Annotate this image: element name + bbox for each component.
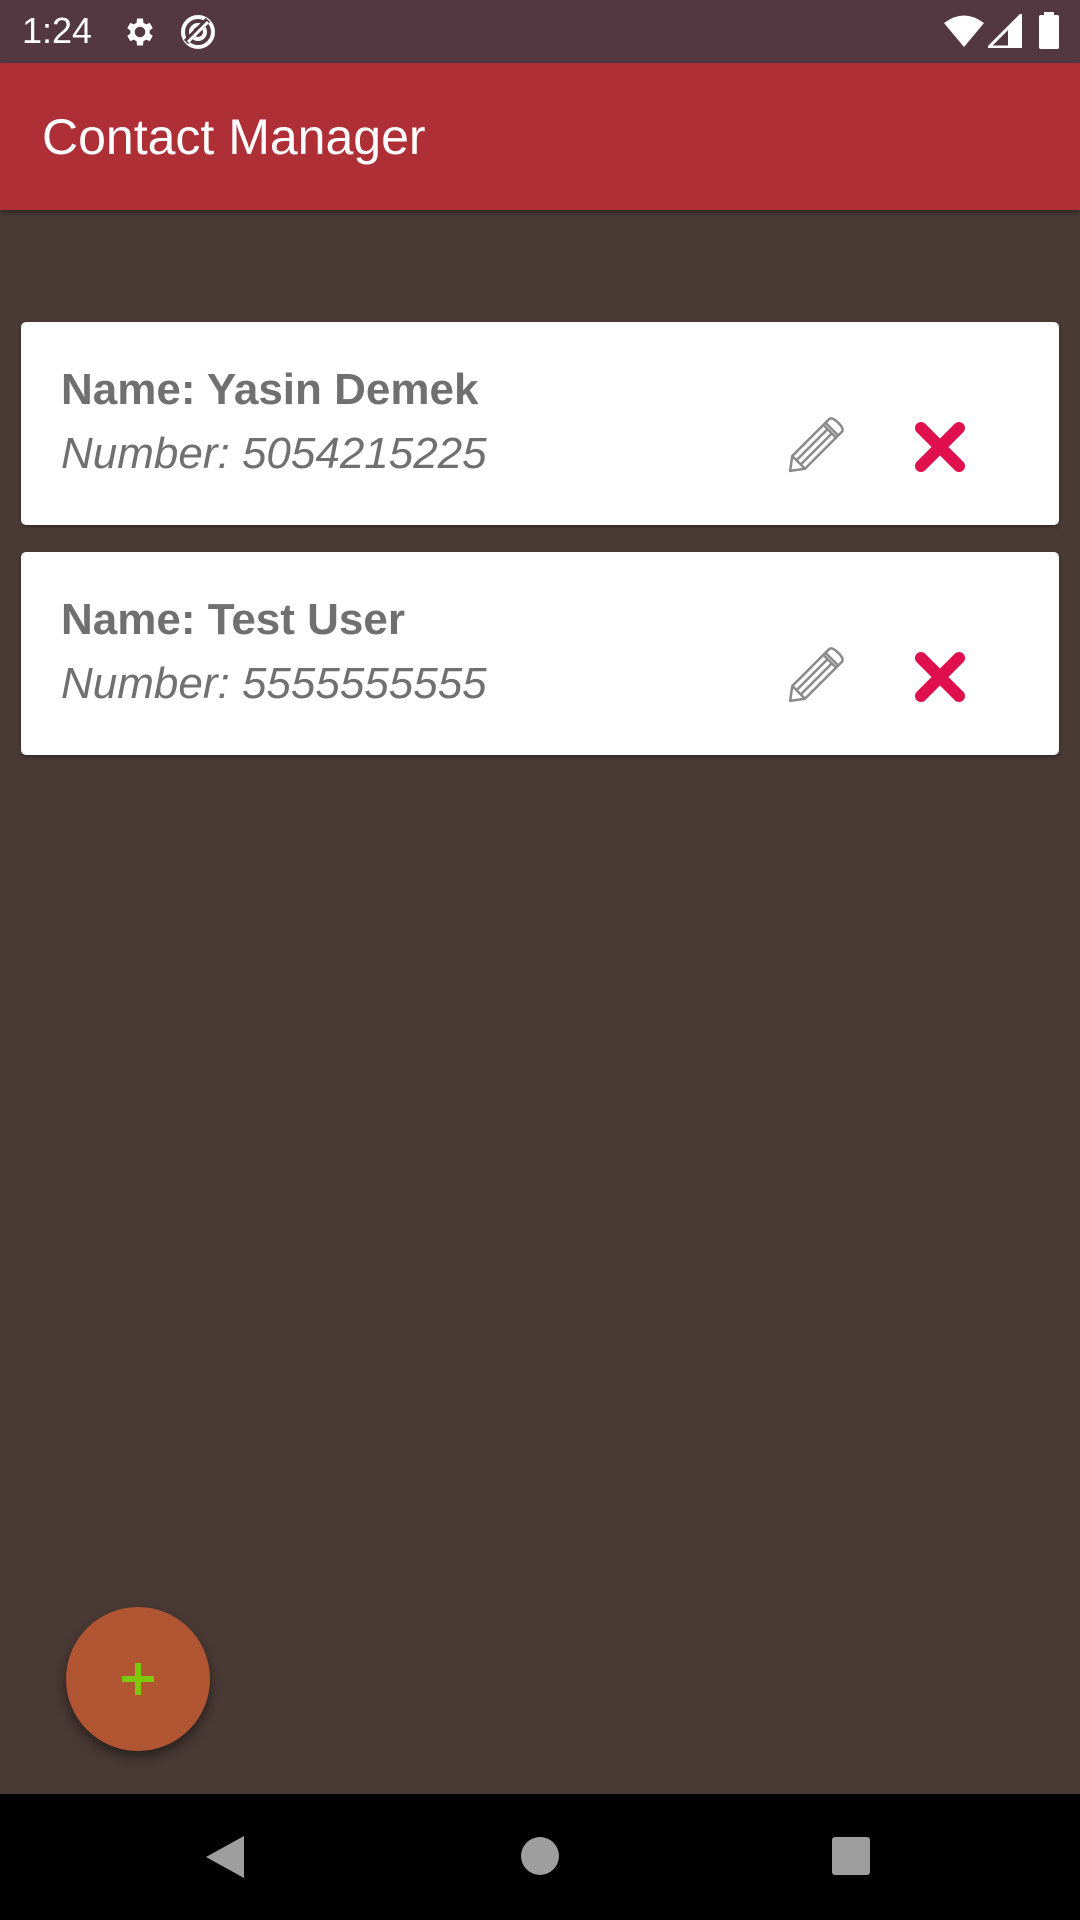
close-icon [913, 652, 967, 708]
settings-icon [122, 14, 158, 55]
page-title: Contact Manager [42, 109, 426, 165]
recents-icon[interactable] [831, 1836, 871, 1881]
status-bar: 1:24 [0, 0, 1080, 63]
screen: 1:24 Contact Manager Name: Yasin Demek N… [0, 0, 1080, 1920]
battery-icon [1038, 12, 1060, 55]
pencil-icon [781, 417, 853, 484]
contact-card: Name: Test User Number: 5555555555 [21, 552, 1059, 755]
app-bar: Contact Manager [0, 63, 1080, 210]
delete-contact-button[interactable] [913, 650, 967, 704]
add-contact-button[interactable] [66, 1607, 210, 1751]
back-icon[interactable] [204, 1834, 246, 1885]
edit-contact-button[interactable] [781, 408, 853, 480]
delete-contact-button[interactable] [913, 420, 967, 474]
close-icon [913, 422, 967, 478]
signal-icon [985, 11, 1023, 53]
home-icon[interactable] [520, 1836, 560, 1881]
contact-card: Name: Yasin Demek Number: 5054215225 [21, 322, 1059, 525]
wifi-icon [944, 14, 984, 53]
contact-name: Name: Yasin Demek [61, 365, 479, 414]
status-time: 1:24 [22, 10, 93, 51]
contact-name: Name: Test User [61, 595, 405, 644]
navigation-bar [0, 1794, 1080, 1920]
contact-number: Number: 5054215225 [61, 429, 487, 478]
data-saver-icon [178, 12, 218, 57]
contact-number: Number: 5555555555 [61, 659, 487, 708]
edit-contact-button[interactable] [781, 638, 853, 710]
pencil-icon [781, 647, 853, 714]
